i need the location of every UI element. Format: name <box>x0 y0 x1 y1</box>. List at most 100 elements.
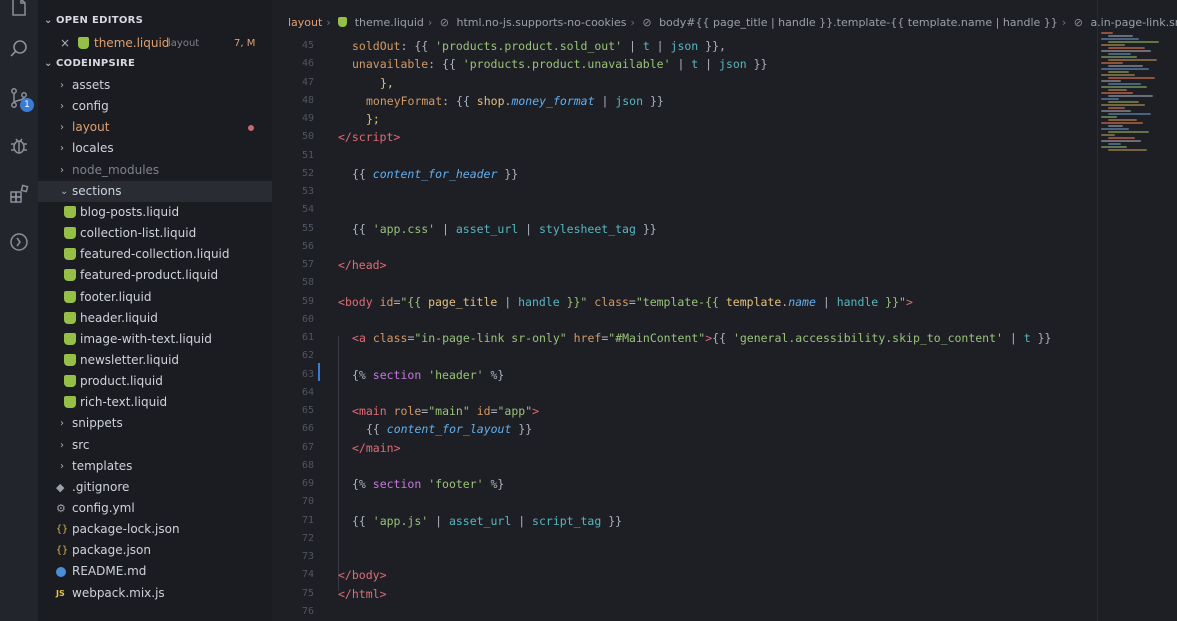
javascript-icon: JS <box>56 588 65 598</box>
chevron-right-icon: › <box>326 16 331 29</box>
code-text: soldOut: {{ 'products.product.sold_out' … <box>352 39 726 53</box>
chevron-down-icon: ⌄ <box>44 15 53 26</box>
folder-item[interactable]: › node_modules <box>38 160 272 181</box>
line-number: 58 <box>301 277 314 289</box>
chevron-right-icon: › <box>630 16 635 29</box>
minimap-line <box>1108 149 1147 151</box>
code-line: 73 <box>272 548 1097 566</box>
file-item[interactable]: ◆ .gitignore <box>38 477 272 498</box>
open-editors-header[interactable]: ⌄ OPEN EDITORS <box>38 11 272 31</box>
file-item[interactable]: featured-product.liquid <box>38 265 272 286</box>
file-item[interactable]: product.liquid <box>38 371 272 392</box>
shopify-icon <box>64 248 76 261</box>
file-item[interactable]: blog-posts.liquid <box>38 202 272 223</box>
shopify-icon <box>64 290 76 303</box>
minimap-line <box>1101 116 1117 118</box>
code-line: 72 <box>272 530 1097 548</box>
breadcrumb-body[interactable]: body#{{ page_title | handle }}.template-… <box>659 16 1058 29</box>
minimap-line <box>1108 41 1159 43</box>
minimap-line <box>1101 86 1147 88</box>
folder-item[interactable]: › config <box>38 96 272 117</box>
line-number: 56 <box>301 240 314 252</box>
code-text: <main role="main" id="app"> <box>352 404 540 418</box>
editor-area: layout › theme.liquid › ⊘ html.no-js.suppo… <box>272 0 1177 621</box>
code-text: {{ content_for_header }} <box>352 166 519 181</box>
line-number: 66 <box>301 423 314 435</box>
extensions-icon[interactable] <box>7 182 31 206</box>
code-line: 45 soldOut: {{ 'products.product.sold_out… <box>272 37 1097 55</box>
remote-icon[interactable] <box>7 230 31 254</box>
line-number: 74 <box>301 569 314 581</box>
minimap-line <box>1101 110 1131 112</box>
breadcrumb-html[interactable]: html.no-js.supports-no-cookies <box>457 16 627 29</box>
minimap-line <box>1101 140 1141 142</box>
minimap-line <box>1108 47 1145 49</box>
explorer-sidebar: ⌄ OPEN EDITORS × theme.liquid layout 7, M… <box>38 0 272 621</box>
open-editor-name: theme.liquid <box>94 36 170 50</box>
symbol-icon: ⊘ <box>642 16 652 29</box>
file-item[interactable]: {} package.json <box>38 540 272 561</box>
code-line: 65 <main role="main" id="app"> <box>272 402 1097 420</box>
code-line: 61 <a class="in-page-link sr-only" href="… <box>272 329 1097 347</box>
code-line: 54 <box>272 201 1097 219</box>
activity-bar: 1 <box>0 0 38 621</box>
folder-item[interactable]: ⌄ sections <box>38 180 272 202</box>
minimap-line <box>1108 77 1155 79</box>
file-item[interactable]: {} package-lock.json <box>38 519 272 540</box>
tree-item-label: package.json <box>72 543 152 558</box>
files-icon[interactable] <box>7 0 31 20</box>
minimap[interactable] <box>1097 32 1177 172</box>
folder-item[interactable]: › snippets <box>38 413 272 434</box>
tree-item-label: README.md <box>72 564 147 579</box>
chevron-down-icon: ⌄ <box>44 58 53 69</box>
code-line: 68 <box>272 457 1097 475</box>
breadcrumb-folder[interactable]: layout <box>288 16 322 29</box>
code-text: </main> <box>352 440 401 455</box>
file-item[interactable]: README.md <box>38 561 272 582</box>
open-editor-item[interactable]: × theme.liquid layout 7, M <box>38 33 272 54</box>
breadcrumb-anchor[interactable]: a.in-page-link.sr-on <box>1090 16 1177 29</box>
file-item[interactable]: featured-collection.liquid <box>38 244 272 265</box>
code-text: <body id="{{ page_title | handle }}" cla… <box>338 294 913 309</box>
code-line: 64 <box>272 384 1097 402</box>
code-line: 75 </html> <box>272 585 1097 603</box>
folder-item[interactable]: › locales <box>38 138 272 159</box>
file-item[interactable]: JS webpack.mix.js <box>38 583 272 604</box>
code-text: unavailable: {{ 'products.product.unavai… <box>352 57 768 72</box>
line-number: 61 <box>301 332 314 343</box>
tree-item-label: layout <box>72 120 110 135</box>
minimap-line <box>1101 56 1137 58</box>
debug-icon[interactable] <box>7 134 31 158</box>
file-item[interactable]: footer.liquid <box>38 287 272 308</box>
file-item[interactable]: collection-list.liquid <box>38 223 272 244</box>
minimap-line <box>1108 83 1141 85</box>
folder-item[interactable]: › layout <box>38 117 272 138</box>
folder-item[interactable]: › assets <box>38 75 272 96</box>
file-item[interactable]: image-with-text.liquid <box>38 329 272 350</box>
tree-item-label: .gitignore <box>72 479 130 494</box>
file-item[interactable]: newsletter.liquid <box>38 350 272 371</box>
source-control-badge: 1 <box>20 98 34 112</box>
file-item[interactable]: header.liquid <box>38 308 272 329</box>
folder-item[interactable]: › src <box>38 435 272 456</box>
tree-item-label: image-with-text.liquid <box>80 331 212 346</box>
minimap-line <box>1108 143 1121 145</box>
file-item[interactable]: ⚙ config.yml <box>38 498 272 519</box>
code-line: 52 {{ content_for_header }} <box>272 165 1097 183</box>
minimap-line <box>1101 44 1125 46</box>
tree-item-label: package-lock.json <box>72 522 180 537</box>
line-number: 53 <box>301 186 314 197</box>
file-item[interactable]: rich-text.liquid <box>38 392 272 413</box>
tree-item-label: header.liquid <box>80 310 158 325</box>
breadcrumb-file[interactable]: theme.liquid <box>355 16 424 29</box>
chevron-right-icon: › <box>60 460 64 472</box>
close-icon[interactable]: × <box>60 33 70 54</box>
code-line: 59 <body id="{{ page_title | handle }}" c… <box>272 293 1097 311</box>
search-icon[interactable] <box>7 37 31 61</box>
minimap-line <box>1101 68 1149 70</box>
minimap-line <box>1108 65 1143 67</box>
project-header[interactable]: ⌄ CODEINPSIRE <box>38 54 272 74</box>
folder-item[interactable]: › templates <box>38 456 272 477</box>
code-editor[interactable]: 45 soldOut: {{ 'products.product.sold_out… <box>272 36 1097 621</box>
tree-item-label: newsletter.liquid <box>80 352 180 367</box>
